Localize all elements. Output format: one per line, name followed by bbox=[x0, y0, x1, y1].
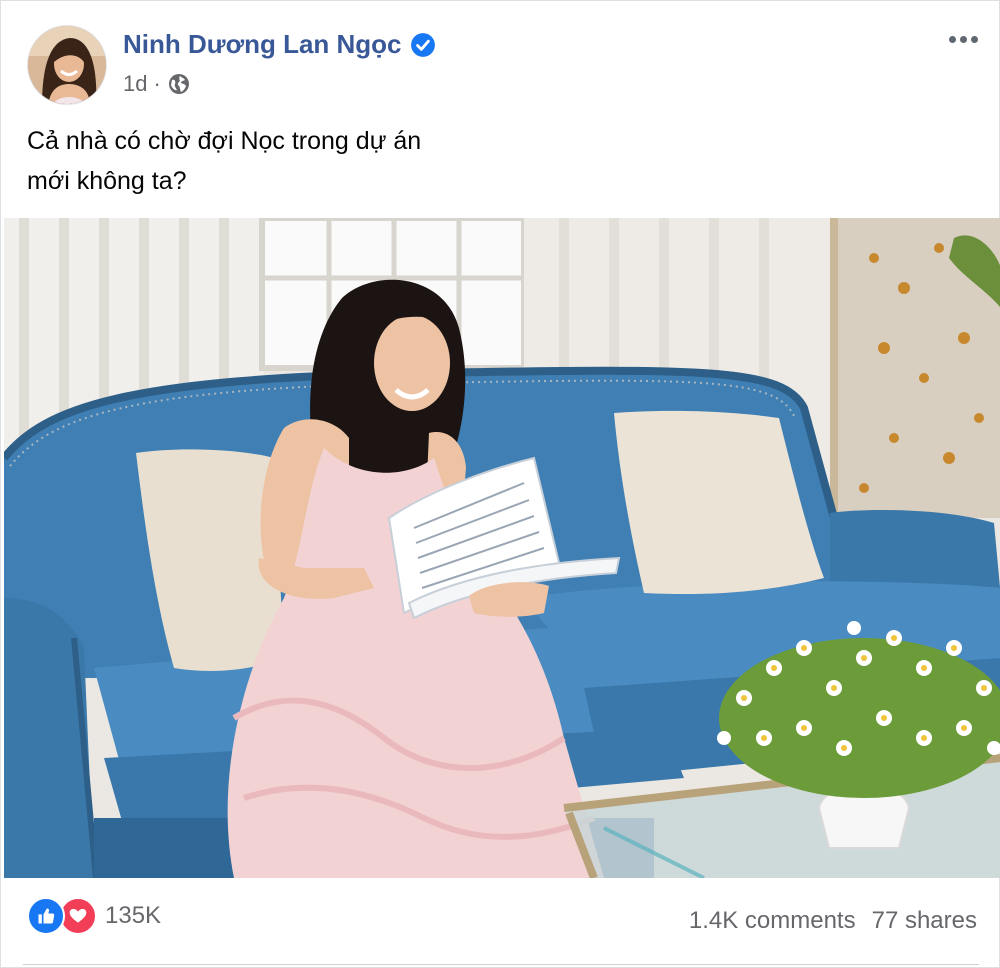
more-dot-icon bbox=[948, 35, 956, 43]
shares-count-link[interactable]: 77 shares bbox=[872, 907, 977, 935]
meta-separator: · bbox=[153, 71, 161, 96]
more-dot-icon bbox=[970, 35, 978, 43]
avatar-image bbox=[28, 26, 106, 104]
post-photo[interactable] bbox=[4, 218, 1000, 878]
globe-icon[interactable] bbox=[167, 72, 191, 96]
author-name[interactable]: Ninh Dương Lan Ngọc bbox=[123, 29, 402, 60]
post-meta: 1d · bbox=[123, 71, 191, 97]
facebook-post: Ninh Dương Lan Ngọc 1d · Cả nhà có chờ đ… bbox=[0, 0, 1000, 968]
footer-divider bbox=[23, 964, 979, 965]
post-timestamp[interactable]: 1d bbox=[123, 71, 147, 97]
post-footer: 135K 1.4K comments 77 shares bbox=[1, 879, 1000, 968]
photo-image bbox=[4, 218, 1000, 878]
post-caption: Cả nhà có chờ đợi Nọc trong dự án mới kh… bbox=[27, 121, 587, 201]
reaction-count[interactable]: 135K bbox=[105, 902, 161, 930]
like-icon bbox=[27, 897, 65, 935]
post-stats: 1.4K comments 77 shares bbox=[689, 907, 977, 935]
verified-badge-icon bbox=[410, 32, 435, 57]
caption-line: Cả nhà có chờ đợi Nọc trong dự án bbox=[27, 127, 422, 155]
more-options-button[interactable] bbox=[943, 27, 983, 51]
caption-line: mới không ta? bbox=[27, 167, 187, 195]
author-avatar[interactable] bbox=[27, 25, 107, 105]
comments-count-link[interactable]: 1.4K comments bbox=[689, 907, 856, 935]
more-dot-icon bbox=[959, 35, 967, 43]
reactions-summary[interactable]: 135K bbox=[27, 897, 161, 935]
post-header: Ninh Dương Lan Ngọc 1d · bbox=[1, 1, 1000, 116]
author-line: Ninh Dương Lan Ngọc bbox=[123, 29, 436, 60]
